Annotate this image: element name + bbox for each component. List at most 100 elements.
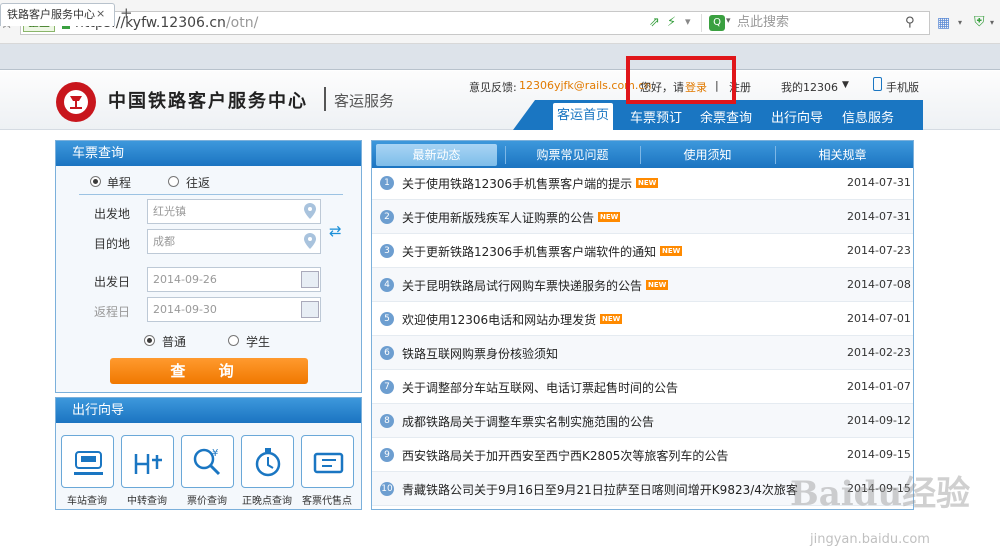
svg-text:¥: ¥ [212, 448, 218, 459]
row-number-badge: 8 [380, 414, 394, 428]
row-number-badge: 6 [380, 346, 394, 360]
roundtrip-radio[interactable] [168, 176, 179, 187]
new-badge: NEW [600, 314, 623, 324]
punctuality-query-icon[interactable] [241, 435, 294, 488]
row-number-badge: 3 [380, 244, 394, 258]
search-input[interactable]: 点此搜索 [737, 14, 789, 32]
apps-grid-icon[interactable]: ▦ [937, 15, 950, 31]
news-date: 2014-09-12 [847, 414, 911, 427]
railway-logo-mark [70, 96, 82, 109]
query-button[interactable]: 查 询 [110, 358, 308, 384]
search-engine-dropdown-icon[interactable]: ▾ [726, 16, 731, 26]
return-date-label: 返程日 [94, 305, 131, 319]
fare-query-icon[interactable]: ¥ [181, 435, 234, 488]
news-date: 2014-09-15 [847, 448, 911, 461]
roundtrip-label[interactable]: 往返 [186, 174, 210, 191]
address-bar[interactable]: 企业 https://kyfw.12306.cn/otn/ ⇗ ⚡ ▾ Q ▾ … [20, 11, 930, 35]
depart-date-input[interactable]: 2014-09-26 [147, 267, 321, 292]
search-icon[interactable]: ⚲ [905, 15, 915, 30]
site-brand[interactable]: 中国铁路客户服务中心 [108, 87, 308, 113]
row-number-badge: 10 [380, 482, 394, 496]
brand-divider [324, 87, 326, 111]
nav-item-remaining-tickets[interactable]: 余票查询 [700, 107, 752, 126]
divider [701, 14, 702, 32]
new-badge: NEW [598, 212, 621, 222]
location-pin-icon[interactable] [304, 203, 316, 219]
new-badge: NEW [660, 246, 683, 256]
nav-item-home[interactable]: 客运首页 [553, 103, 613, 130]
news-date: 2014-07-01 [847, 312, 911, 325]
divider [79, 194, 343, 195]
news-date: 2014-07-08 [847, 278, 911, 291]
share-icon[interactable]: ⇗ [649, 15, 660, 30]
news-title-link[interactable]: 关于使用铁路12306手机售票客户端的提示 [402, 175, 632, 192]
normal-ticket-label[interactable]: 普通 [162, 333, 186, 350]
tab-ticket-faq[interactable]: 购票常见问题 [505, 146, 640, 163]
lightning-icon[interactable]: ⚡ [667, 15, 676, 30]
row-number-badge: 1 [380, 176, 394, 190]
tab-strip [0, 44, 1000, 70]
student-ticket-label[interactable]: 学生 [246, 333, 270, 350]
station-query-icon[interactable] [61, 435, 114, 488]
news-title-link[interactable]: 欢迎使用12306电话和网站办理发货 [402, 311, 596, 328]
news-title-link[interactable]: 关于使用新版残疾军人证购票的公告 [402, 209, 594, 226]
new-badge: NEW [636, 178, 659, 188]
shield-dropdown-icon[interactable]: ▾ [990, 18, 994, 27]
news-title-link[interactable]: 关于更新铁路12306手机售票客户端软件的通知 [402, 243, 656, 260]
depart-date-label: 出发日 [94, 275, 131, 289]
swap-stations-icon[interactable]: ⇄ [329, 222, 342, 240]
mobile-phone-icon [873, 77, 882, 91]
row-number-badge: 9 [380, 448, 394, 462]
chevron-down-icon[interactable]: ▾ [685, 15, 691, 28]
calendar-icon[interactable] [301, 271, 319, 288]
row-number-badge: 4 [380, 278, 394, 292]
row-number-badge: 2 [380, 210, 394, 224]
apps-dropdown-icon[interactable]: ▾ [958, 18, 962, 27]
row-number-badge: 5 [380, 312, 394, 326]
news-title-link[interactable]: 铁路互联网购票身份核验须知 [402, 345, 558, 362]
normal-ticket-radio[interactable] [144, 335, 155, 346]
watermark-logo: Baidu经验 [790, 474, 971, 514]
nav-item-booking[interactable]: 车票预订 [630, 107, 682, 126]
chevron-down-icon[interactable]: ▼ [842, 80, 849, 90]
close-tab-icon[interactable]: × [96, 7, 105, 20]
calendar-icon[interactable] [301, 301, 319, 318]
tab-regulations[interactable]: 相关规章 [775, 146, 910, 163]
highlight-annotation-box [626, 56, 736, 104]
news-title-link[interactable]: 关于昆明铁路局试行网购车票快递服务的公告 [402, 277, 642, 294]
row-number-badge: 7 [380, 380, 394, 394]
student-ticket-radio[interactable] [228, 335, 239, 346]
tab-title: 铁路客户服务中心 [7, 8, 95, 21]
to-station-input[interactable]: 成都 [147, 229, 321, 254]
news-date: 2014-07-31 [847, 176, 911, 189]
shield-icon[interactable]: ⛨ [974, 14, 985, 30]
news-title-link[interactable]: 青藏铁路公司关于9月16日至9月21日拉萨至日喀则间增开K9823/4次旅客 [402, 481, 798, 498]
news-title-link[interactable]: 西安铁路局关于加开西安至西宁西K2805次等旅客列车的公告 [402, 447, 728, 464]
news-date: 2014-07-23 [847, 244, 911, 257]
oneway-radio[interactable] [90, 176, 101, 187]
mobile-version-link[interactable]: 手机版 [886, 79, 919, 95]
nav-item-info-service[interactable]: 信息服务 [842, 107, 894, 126]
news-date: 2014-02-23 [847, 346, 911, 359]
ticket-agency-icon[interactable] [301, 435, 354, 488]
tab-latest-news[interactable]: 最新动态 [376, 144, 497, 166]
watermark-url: jingyan.baidu.com [810, 532, 930, 547]
ticket-query-title: 车票查询 [56, 141, 361, 166]
news-title-link[interactable]: 成都铁路局关于调整车票实名制实施范围的公告 [402, 413, 654, 430]
oneway-label[interactable]: 单程 [107, 174, 131, 191]
ticket-agency-label[interactable]: 客票代售点 [292, 492, 362, 507]
news-title-link[interactable]: 关于调整部分车站互联网、电话订票起售时间的公告 [402, 379, 678, 396]
news-date: 2014-01-07 [847, 380, 911, 393]
location-pin-icon[interactable] [304, 233, 316, 249]
from-station-input[interactable]: 红光镇 [147, 199, 321, 224]
transfer-query-icon[interactable] [121, 435, 174, 488]
news-date: 2014-07-31 [847, 210, 911, 223]
my12306-menu[interactable]: 我的12306 [781, 79, 838, 95]
nav-item-travel-guide[interactable]: 出行向导 [771, 107, 823, 126]
return-date-input[interactable]: 2014-09-30 [147, 297, 321, 322]
tab-usage-notes[interactable]: 使用须知 [640, 146, 775, 163]
new-badge: NEW [646, 280, 669, 290]
feedback-label: 意见反馈: [469, 81, 517, 94]
new-tab-button[interactable]: + [120, 4, 133, 22]
search-engine-icon[interactable]: Q [709, 15, 725, 31]
